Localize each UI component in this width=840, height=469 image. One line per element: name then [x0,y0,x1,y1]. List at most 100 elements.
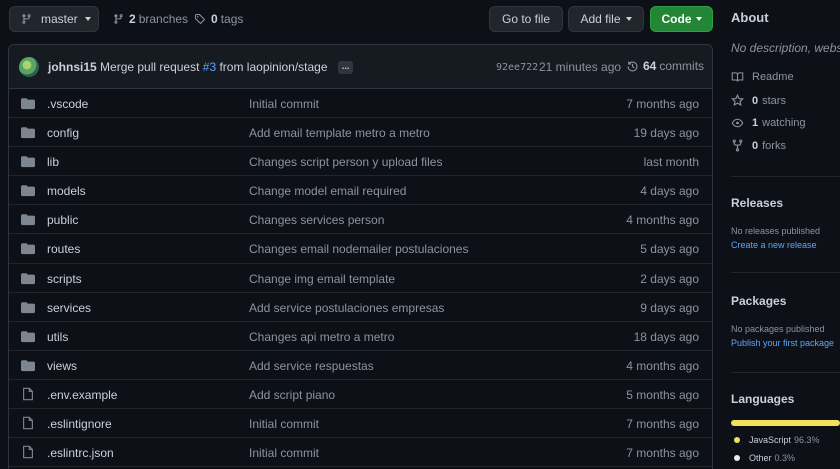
file-row[interactable]: views Add service respuestas 4 months ago [9,351,712,380]
stars-link[interactable]: 0 stars [731,94,786,107]
tags-link[interactable]: 0 tags [194,12,243,26]
language-color-dot [734,455,740,461]
readme-link[interactable]: Readme [731,71,794,83]
file-row[interactable]: utils Changes api metro a metro 18 days ag… [9,322,712,351]
file-row[interactable]: .env.example Add script piano 5 months ago [9,380,712,410]
git-branch-icon [22,14,31,24]
file-row[interactable]: config Add email template metro a metro 19… [9,118,712,148]
file-icon [21,387,35,401]
avatar[interactable] [19,57,39,77]
file-commit-message-link[interactable]: Changes services person [249,213,384,227]
file-commit-message-link[interactable]: Change model email required [249,184,406,198]
folder-icon [21,358,35,372]
language-percent: 0.3% [774,453,796,463]
code-button[interactable]: Code [650,6,713,32]
commits-link[interactable]: 64 commits [626,59,704,73]
packages-heading[interactable]: Packages [731,294,786,308]
about-heading: About [731,10,769,25]
file-commit-age: 5 months ago [626,387,699,402]
file-name-link[interactable]: models [47,184,86,198]
go-to-file-button[interactable]: Go to file [489,6,563,32]
releases-heading[interactable]: Releases [731,196,783,210]
file-commit-message-link[interactable]: Changes api metro a metro [249,330,394,344]
file-name-link[interactable]: services [47,301,91,315]
file-commit-message-link[interactable]: Initial commit [249,446,319,460]
file-commit-message-link[interactable]: Add service postulaciones empresas [249,301,444,315]
chevron-down-icon [695,17,702,21]
forks-label: forks [762,139,786,152]
branch-selector-button[interactable]: master [9,6,99,32]
file-name-link[interactable]: views [47,359,77,373]
pull-request-link[interactable]: #3 [203,60,216,74]
chevron-down-icon [625,17,632,21]
file-row[interactable]: models Change model email required 4 days … [9,176,712,206]
language-percent: 96.3% [794,435,820,445]
file-commit-message-link[interactable]: Changes email nodemailer postulaciones [249,242,468,256]
commit-message-prefix[interactable]: Merge pull request [100,60,199,74]
divider [731,272,840,273]
file-name-link[interactable]: .vscode [47,97,88,111]
commit-author[interactable]: johnsi15 [48,60,97,74]
commit-message: johnsi15 Merge pull request #3 from laop… [48,60,354,75]
file-name-link[interactable]: public [47,213,78,227]
file-commit-message-link[interactable]: Initial commit [249,417,319,431]
eye-icon [731,118,744,128]
file-name-link[interactable]: .env.example [47,388,117,402]
go-to-file-label: Go to file [501,12,551,26]
language-other[interactable]: Other 0.3% [734,453,795,463]
file-commit-message-link[interactable]: Add service respuestas [249,359,374,373]
no-packages-text: No packages published [731,324,825,334]
commits-count: 64 [643,59,657,73]
code-label: Code [661,12,692,26]
file-rows: .vscode Initial commit 7 months ago config A… [9,89,712,468]
file-name-link[interactable]: .eslintignore [47,417,112,431]
file-commit-age: 4 months ago [626,358,699,373]
book-icon [731,72,744,82]
file-row[interactable]: .eslintignore Initial commit 7 months ago [9,409,712,439]
file-commit-message-link[interactable]: Add email template metro a metro [249,126,430,140]
forks-link[interactable]: 0 forks [731,139,786,152]
folder-icon [21,96,35,110]
file-commit-message-link[interactable]: Changes script person y upload files [249,155,442,169]
file-name-link[interactable]: .eslintrc.json [47,446,114,460]
file-row[interactable]: .vscode Initial commit 7 months ago [9,89,712,119]
file-commit-age: last month [643,155,699,170]
language-javascript[interactable]: JavaScript 96.3% [734,435,820,445]
commit-time: 21 minutes ago [539,60,622,74]
file-commit-age: 18 days ago [633,329,699,344]
create-release-link[interactable]: Create a new release [731,240,817,250]
file-name-link[interactable]: scripts [47,272,82,286]
file-row[interactable]: scripts Change img email template 2 days a… [9,264,712,293]
file-row[interactable]: services Add service postulaciones empres… [9,293,712,322]
file-name-link[interactable]: routes [47,242,80,256]
commit-message-suffix[interactable]: from laopinion/stage [219,60,327,74]
forks-count: 0 [752,139,759,152]
file-row[interactable]: routes Changes email nodemailer postulaci… [9,234,712,264]
watching-link[interactable]: 1 watching [731,117,806,129]
file-commit-message-link[interactable]: Add script piano [249,388,335,402]
branch-name: master [41,12,78,26]
file-name-link[interactable]: utils [47,330,68,344]
publish-package-link[interactable]: Publish your first package [731,338,834,348]
language-name: JavaScript [749,435,792,445]
file-commit-age: 9 days ago [640,300,699,315]
branches-link[interactable]: 2 branches [113,12,188,26]
add-file-button[interactable]: Add file [568,6,644,32]
divider [731,176,840,177]
file-row[interactable]: lib Changes script person y upload files l… [9,147,712,177]
file-row[interactable]: public Changes services person 4 months ag… [9,205,712,235]
file-commit-age: 4 months ago [626,213,699,228]
file-commit-age: 7 months ago [626,417,699,432]
file-name-link[interactable]: config [47,126,79,140]
file-row[interactable]: .eslintrc.json Initial commit 7 months ago [9,438,712,468]
no-releases-text: No releases published [731,226,821,236]
file-commit-message-link[interactable]: Initial commit [249,97,319,111]
expand-commit-button[interactable]: ... [337,61,354,75]
git-branch-icon [114,14,123,24]
commit-sha[interactable]: 92ee722 [496,62,538,73]
folder-icon [21,125,35,139]
languages-heading: Languages [731,392,795,406]
file-name-link[interactable]: lib [47,155,59,169]
file-commit-message-link[interactable]: Change img email template [249,272,395,286]
branches-count: 2 [129,12,136,26]
